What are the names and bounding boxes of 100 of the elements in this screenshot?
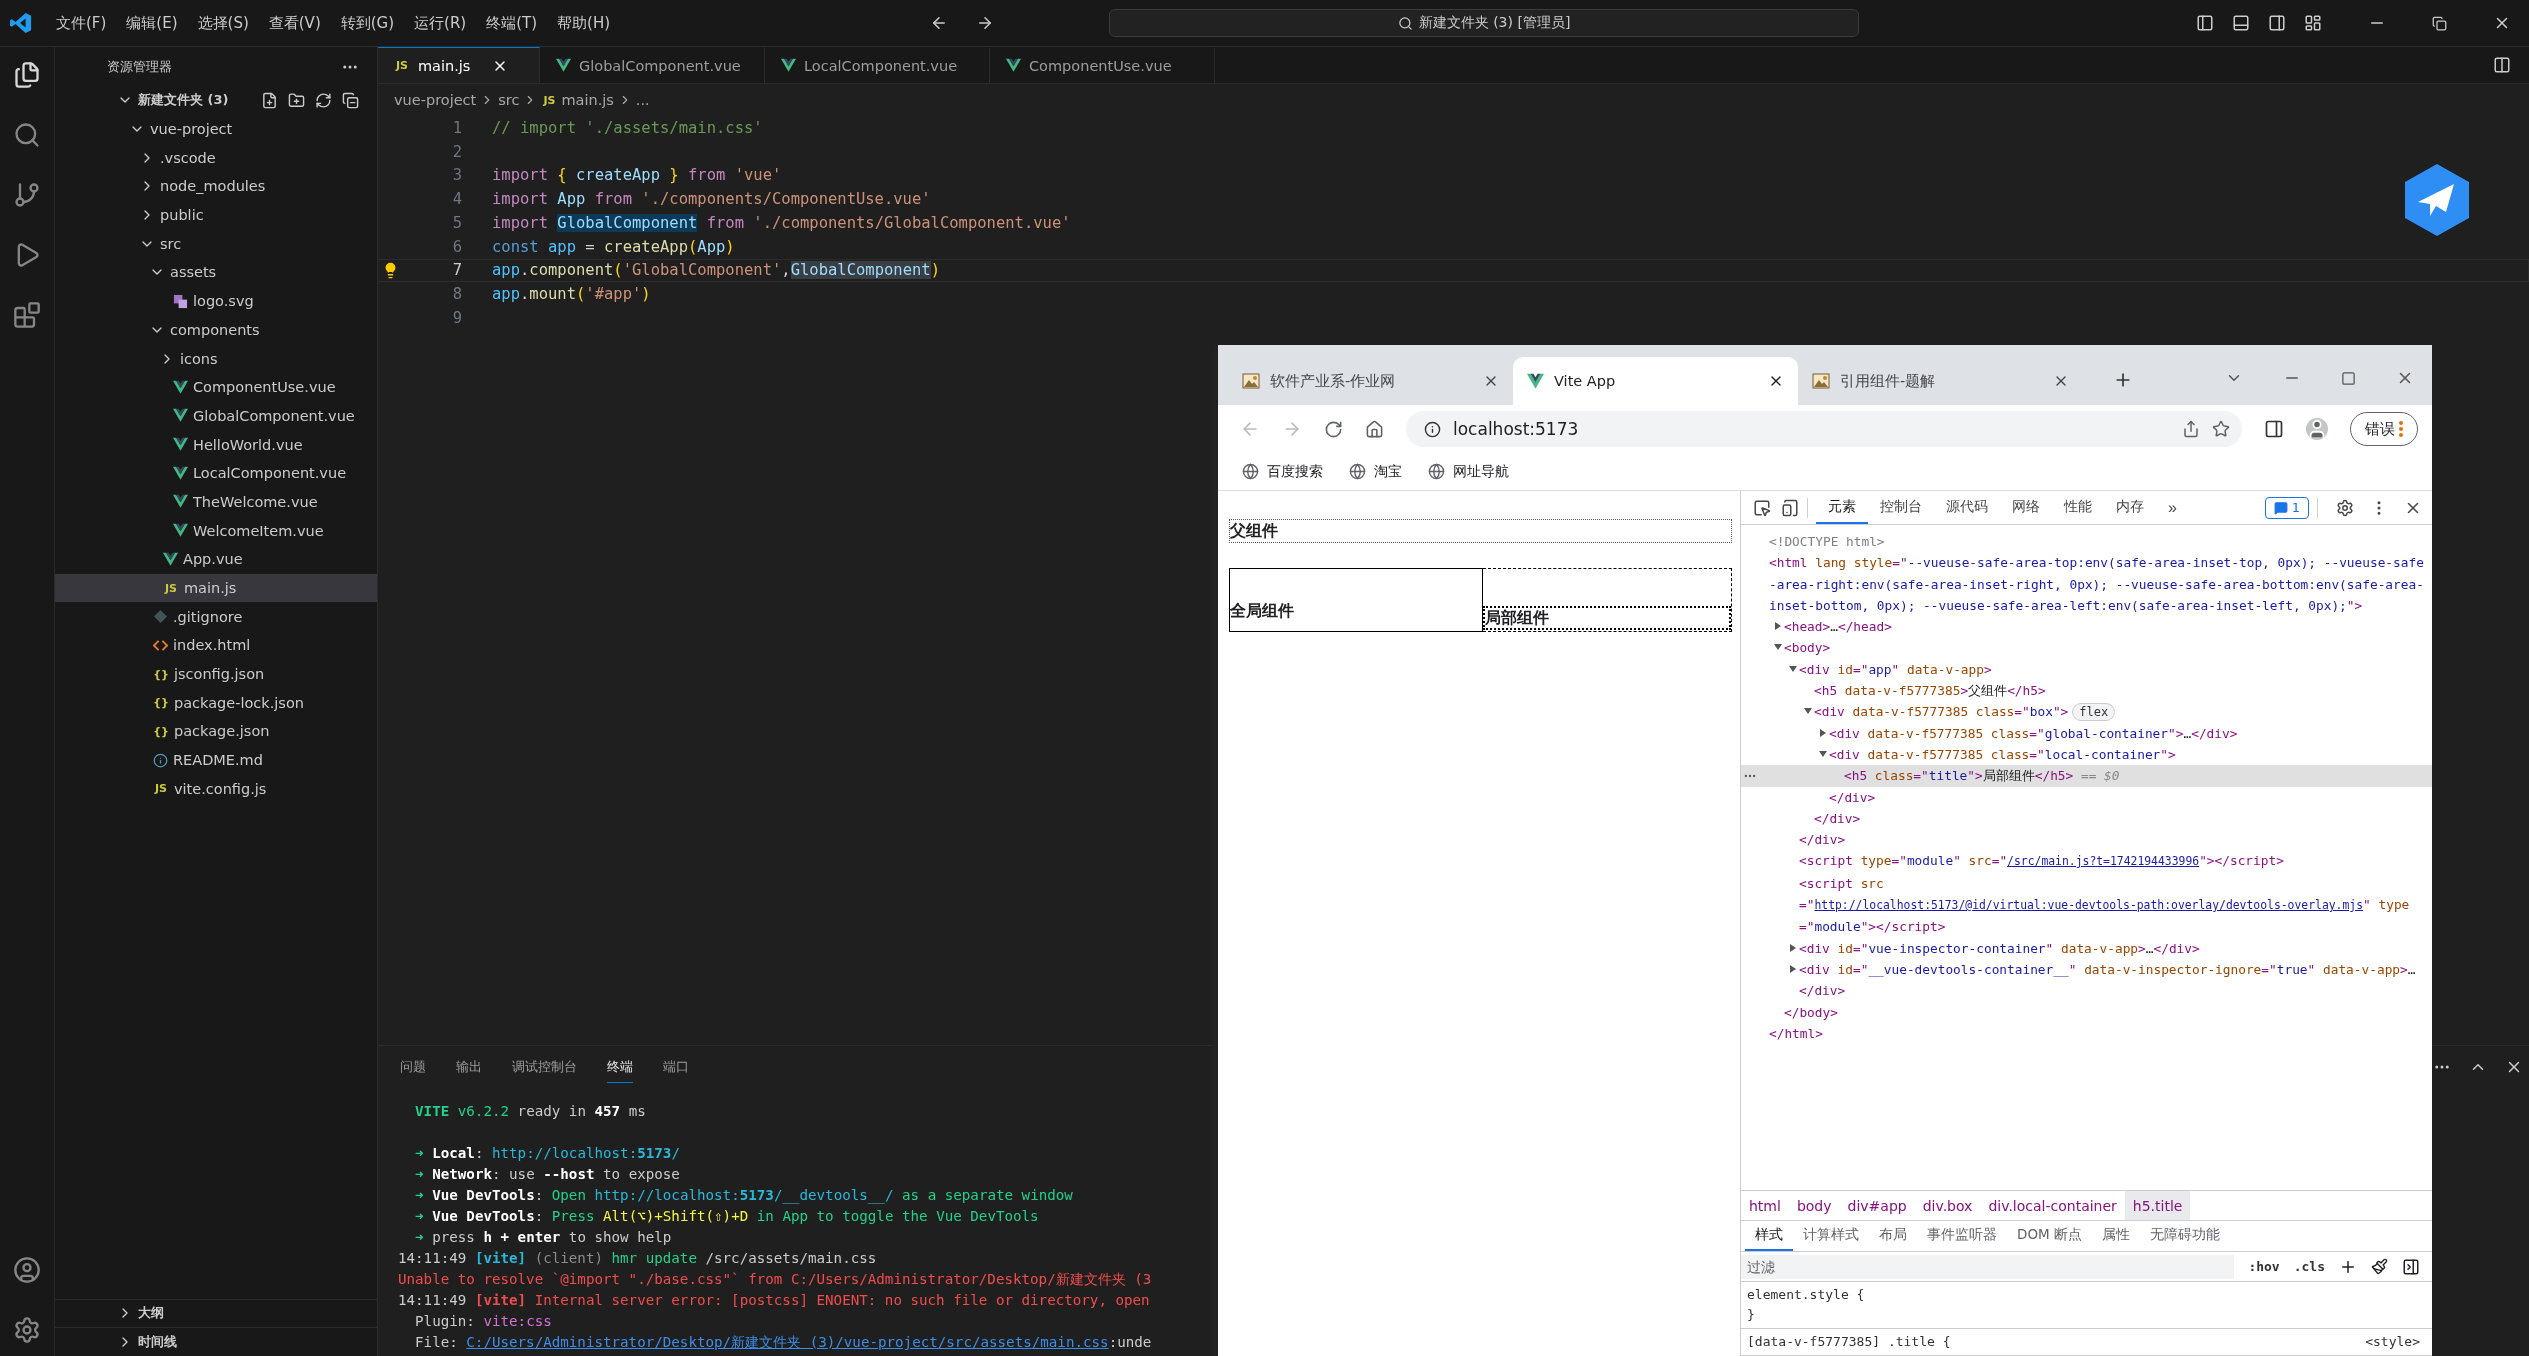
tree-item[interactable]: vue-project <box>55 114 377 144</box>
menu-item[interactable]: 终端(T) <box>476 9 548 37</box>
dom-node[interactable]: <div data-v-f5777385 class="local-container"> <box>1741 743 2432 766</box>
command-center[interactable]: 新建文件夹 (3) [管理员] <box>1109 9 1860 37</box>
editor-tab[interactable]: JS main.js <box>378 47 540 83</box>
triangle-down-icon[interactable] <box>1774 643 1782 652</box>
styles-tab[interactable]: 属性 <box>2091 1221 2140 1251</box>
tree-item[interactable]: ComponentUse.vue <box>55 372 377 402</box>
address-bar[interactable]: localhost:5173 <box>1406 411 2242 447</box>
filter-field[interactable]: 过滤 <box>1741 1254 2235 1279</box>
styles-tab[interactable]: 无障碍功能 <box>2139 1221 2230 1251</box>
devtools-tab[interactable]: 性能 <box>2052 491 2104 524</box>
devtools-tab[interactable]: 控制台 <box>1868 491 1934 524</box>
element-breadcrumb[interactable]: h5.title <box>2124 1191 2191 1220</box>
devtools-tab[interactable]: 元素 <box>1816 491 1868 524</box>
hover-state-button[interactable]: :hov <box>2248 1259 2280 1274</box>
tree-item[interactable]: {} package-lock.json <box>55 688 377 718</box>
account-icon[interactable] <box>13 1256 41 1284</box>
terminal-link[interactable]: C:/Users/Administrator/Desktop/新建文件夹 (3)/vue-project/src/assets/main.css <box>466 1334 1109 1350</box>
panel-section-header[interactable]: 时间线 <box>55 1327 377 1356</box>
element-breadcrumb[interactable]: body <box>1788 1191 1840 1220</box>
tree-item[interactable]: README.md <box>55 745 377 775</box>
dom-link[interactable]: /src/main.js?t=1742194433996 <box>2007 854 2200 869</box>
side-panel-icon[interactable] <box>2264 419 2284 439</box>
toggle-secondary-sidebar-icon[interactable] <box>2268 14 2286 32</box>
issues-button[interactable]: 1 <box>2264 496 2309 519</box>
tree-item[interactable]: HelloWorld.vue <box>55 430 377 459</box>
profile-error-button[interactable]: 错误 <box>2350 412 2418 446</box>
browser-tab[interactable]: Vite App <box>1513 357 1798 405</box>
home-icon[interactable] <box>1365 419 1384 439</box>
browser-tab[interactable]: 软件产业系-作业网 <box>1228 357 1513 405</box>
split-editor-icon[interactable] <box>2493 56 2511 74</box>
dom-node[interactable]: <div id="vue-inspector-container" data-v-app>…</div> <box>1741 937 2432 959</box>
tree-item[interactable]: node_modules <box>55 172 377 201</box>
new-folder-icon[interactable] <box>288 91 305 109</box>
breadcrumb-item[interactable]: main.js <box>561 92 614 108</box>
tree-item[interactable]: .gitignore <box>55 602 377 632</box>
settings-icon[interactable] <box>13 1316 41 1344</box>
styles-tab[interactable]: DOM 断点 <box>2007 1221 2092 1251</box>
styles-tab[interactable]: 样式 <box>1745 1221 1793 1251</box>
element-breadcrumb[interactable]: div.local-container <box>1980 1191 2125 1220</box>
dom-node[interactable]: <body> <box>1741 637 2432 659</box>
terminal-link[interactable]: http://localhost:5173/ <box>492 1145 680 1161</box>
triangle-right-icon[interactable] <box>1789 964 1797 973</box>
restore-icon[interactable] <box>2432 15 2447 31</box>
source-control-icon[interactable] <box>13 181 41 209</box>
panel-tab[interactable]: 终端 <box>607 1051 633 1083</box>
dom-node[interactable]: <head>…</head> <box>1741 616 2432 638</box>
tree-item[interactable]: LocalComponent.vue <box>55 458 377 488</box>
styles-tab[interactable]: 布局 <box>1869 1221 1917 1251</box>
element-breadcrumb[interactable]: div#app <box>1839 1191 1915 1220</box>
panel-tab[interactable]: 问题 <box>400 1051 426 1083</box>
menu-item[interactable]: 查看(V) <box>258 9 331 37</box>
breadcrumb-item[interactable]: src <box>498 92 520 108</box>
menu-item[interactable]: 文件(F) <box>46 9 117 37</box>
share-icon[interactable] <box>2182 420 2200 438</box>
styles-tab[interactable]: 事件监听器 <box>1917 1221 2007 1251</box>
menu-item[interactable]: 选择(S) <box>187 9 259 37</box>
tree-item[interactable]: icons <box>55 344 377 373</box>
refresh-icon[interactable] <box>315 91 332 109</box>
toggle-sidebar-icon[interactable] <box>2402 1257 2420 1276</box>
panel-tab[interactable]: 端口 <box>663 1051 689 1083</box>
menu-item[interactable]: 运行(R) <box>404 9 477 37</box>
paint-brush-icon[interactable] <box>2371 1258 2388 1275</box>
collapse-all-icon[interactable] <box>342 91 359 109</box>
tree-item[interactable]: {} package.json <box>55 717 377 746</box>
flex-badge[interactable]: flex <box>2072 703 2116 722</box>
tree-item[interactable]: logo.svg <box>55 286 377 316</box>
dom-node[interactable]: <div data-v-f5777385 class="box"> flex <box>1741 701 2432 723</box>
tree-item[interactable]: src <box>55 229 377 259</box>
tree-item[interactable]: JS vite.config.js <box>55 774 377 804</box>
tree-item[interactable]: GlobalComponent.vue <box>55 401 377 431</box>
dom-node[interactable]: <h5 data-v-f5777385>父组件</h5> <box>1741 680 2432 702</box>
dom-node[interactable]: <script type="module" src="/src/main.js?t=1742194433996"></script> <box>1741 850 2432 873</box>
devtools-tab[interactable]: 网络 <box>2000 491 2052 524</box>
triangle-down-icon[interactable] <box>1789 664 1797 673</box>
extensions-icon[interactable] <box>13 301 41 329</box>
triangle-down-icon[interactable] <box>1819 749 1827 758</box>
styles-tab[interactable]: 计算样式 <box>1793 1221 1869 1251</box>
tree-item[interactable]: .vscode <box>55 143 377 173</box>
tree-item[interactable]: {} jsconfig.json <box>55 659 377 689</box>
bird-app-icon[interactable] <box>2402 162 2472 238</box>
dom-node[interactable]: <div id="__vue-devtools-container__" data-v-inspector-ignore="true" data-v-app>… </div> <box>1741 958 2432 1002</box>
breadcrumb-item[interactable]: ... <box>635 92 650 108</box>
bookmark[interactable]: 网址导航 <box>1428 462 1509 481</box>
new-file-icon[interactable] <box>261 91 278 109</box>
more-tabs-button[interactable]: » <box>2156 491 2189 524</box>
style-source-link[interactable]: <style> <box>2365 1332 2420 1352</box>
panel-tab[interactable]: 输出 <box>456 1051 482 1083</box>
triangle-right-icon[interactable] <box>1789 943 1797 952</box>
breadcrumb-item[interactable]: vue-project <box>394 92 477 108</box>
reload-icon[interactable] <box>1324 419 1343 439</box>
panel-section-header[interactable]: 大纲 <box>55 1298 377 1328</box>
dom-node[interactable]: <script src ="http://localhost:5173/@id/virtual:vue-devtools-path:overlay/devtools-overlay.mjs" type ="module"></script> <box>1741 872 2432 938</box>
bookmark[interactable]: 淘宝 <box>1349 462 1402 481</box>
inspect-icon[interactable] <box>1753 498 1771 517</box>
panel-tab[interactable]: 调试控制台 <box>512 1051 577 1083</box>
class-button[interactable]: .cls <box>2293 1259 2325 1274</box>
explorer-icon[interactable] <box>13 61 41 89</box>
browser-tab[interactable]: 引用组件-题解 <box>1798 357 2083 405</box>
